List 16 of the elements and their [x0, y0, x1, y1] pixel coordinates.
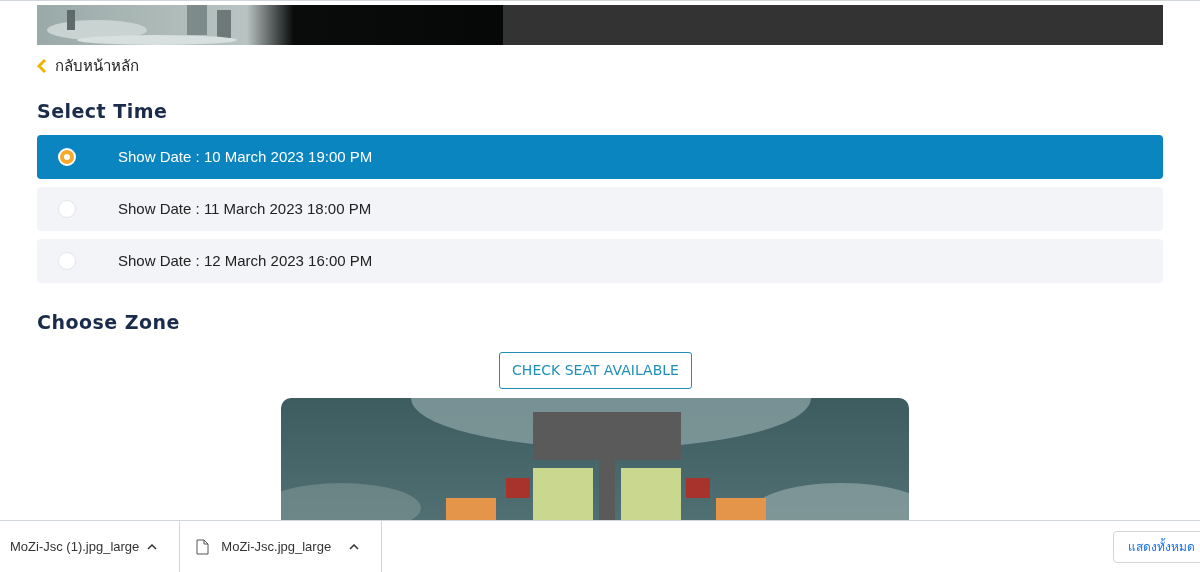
show-date-option[interactable]: Show Date : 10 March 2023 19:00 PM [37, 135, 1163, 180]
radio-button[interactable] [58, 200, 76, 219]
section-heading: Select Time [37, 102, 169, 122]
show-all-button[interactable]: แสดงทั้งหมด [1113, 530, 1200, 563]
caret-up-icon[interactable] [147, 543, 158, 550]
download-item[interactable]: MoZi-Jsc (1).jpg_large [0, 521, 181, 572]
chevron-left-icon [37, 59, 47, 74]
show-date-option[interactable]: Show Date : 11 March 2023 18:00 PM [37, 187, 1163, 232]
back-link-text: กลับหน้าหลัก [55, 56, 139, 77]
download-item[interactable]: MoZi-Jsc.jpg_large [180, 521, 383, 572]
check-seat-button[interactable]: CHECK SEAT AVAILABLE [499, 352, 692, 390]
file-icon [196, 538, 210, 555]
show-date-option[interactable]: Show Date : 12 March 2023 16:00 PM [37, 239, 1163, 284]
radio-button[interactable] [58, 252, 76, 271]
caret-up-icon[interactable] [349, 543, 360, 550]
section-heading: Choose Zone [37, 313, 181, 333]
